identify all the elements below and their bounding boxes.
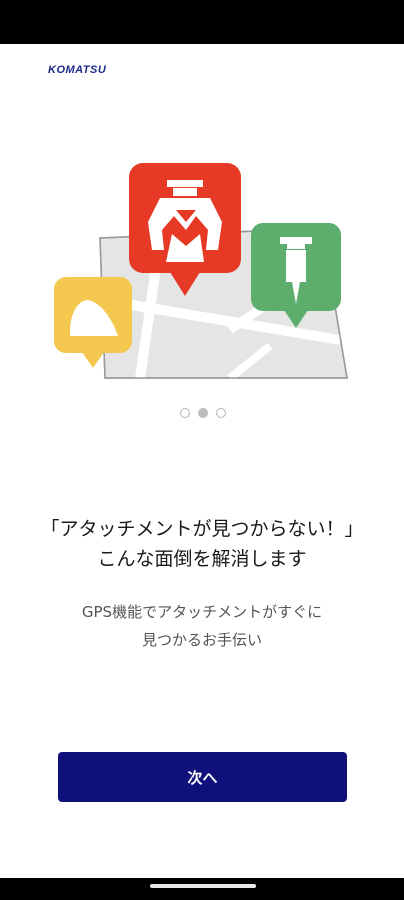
description-line-2: 見つかるお手伝い [141,631,262,649]
description: GPS機能でアタッチメントがすぐに 見つかるお手伝い [0,598,404,654]
carousel-indicator [178,406,228,420]
carousel-dot[interactable] [216,408,226,418]
status-bar [0,0,404,44]
map-illustration [54,163,348,382]
page-title: 「アタッチメントが見つからない！」 こんな面倒を解消します [0,514,404,574]
headline-line-1: 「アタッチメントが見つからない！」 [40,518,364,540]
headline-line-2: こんな面倒を解消します [97,548,307,570]
home-indicator[interactable] [150,884,256,888]
navigation-bar [0,878,404,900]
carousel-dot[interactable] [180,408,190,418]
komatsu-logo: KOMATSU [48,64,107,76]
description-line-1: GPS機能でアタッチメントがすぐに [81,603,323,621]
next-button[interactable]: 次へ [58,752,347,802]
carousel-dot-active[interactable] [198,408,208,418]
